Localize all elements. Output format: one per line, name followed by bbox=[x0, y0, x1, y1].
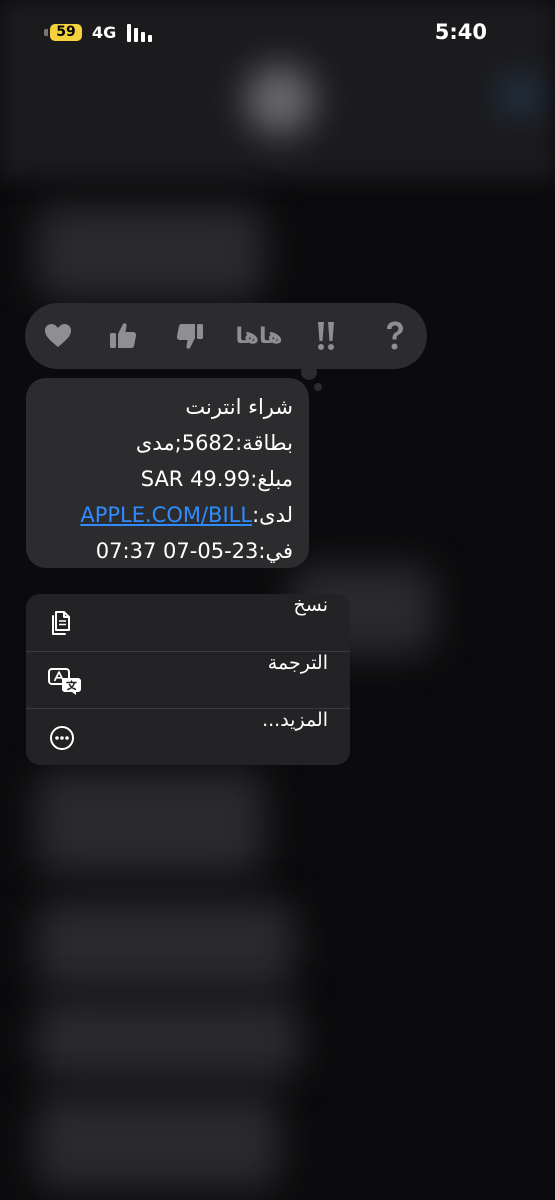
thumbs-down-icon[interactable] bbox=[162, 303, 218, 369]
signal-icon bbox=[127, 24, 157, 42]
message-line: بطاقة:5682;مدى bbox=[135, 431, 293, 455]
message-date-line: في:23-05-07 07:37 bbox=[95, 539, 293, 563]
copy-icon bbox=[48, 609, 76, 637]
reaction-bar-tail-dot bbox=[314, 383, 322, 391]
haha-label: هاها bbox=[235, 323, 283, 349]
menu-item-label: المزيد... bbox=[262, 709, 328, 731]
clock: 5:40 bbox=[434, 20, 487, 44]
haha-reaction[interactable]: هاها bbox=[231, 303, 287, 369]
menu-item-label: نسخ bbox=[293, 594, 328, 616]
menu-item-copy[interactable]: نسخ bbox=[26, 594, 350, 651]
menu-item-more[interactable]: المزيد... bbox=[26, 709, 350, 765]
reaction-bar: هاها bbox=[25, 303, 427, 369]
battery-nub bbox=[44, 29, 48, 36]
more-icon bbox=[48, 724, 76, 752]
merchant-prefix: لدى: bbox=[252, 503, 293, 527]
exclamation-icon[interactable] bbox=[298, 303, 354, 369]
thumbs-up-icon[interactable] bbox=[95, 303, 151, 369]
message-line: شراء انترنت bbox=[185, 395, 293, 419]
network-type: 4G bbox=[92, 23, 117, 42]
battery-indicator: 59 bbox=[50, 24, 82, 41]
context-menu: نسخ الترجمة المزيد... bbox=[26, 594, 350, 765]
translate-icon bbox=[48, 667, 81, 695]
message-merchant-line: لدى:APPLE.COM/BILL bbox=[42, 497, 293, 533]
reaction-bar-tail bbox=[301, 364, 317, 380]
merchant-link[interactable]: APPLE.COM/BILL bbox=[80, 503, 252, 527]
menu-item-label: الترجمة bbox=[267, 652, 328, 674]
question-icon[interactable] bbox=[367, 303, 423, 369]
message-bubble[interactable]: شراء انترنت بطاقة:5682;مدى مبلغ:SAR 49.9… bbox=[26, 378, 309, 568]
menu-item-translate[interactable]: الترجمة bbox=[26, 652, 350, 709]
heart-icon[interactable] bbox=[30, 303, 86, 369]
status-bar: 59 4G 5:40 bbox=[0, 0, 555, 70]
message-line: مبلغ:SAR 49.99 bbox=[140, 467, 293, 491]
